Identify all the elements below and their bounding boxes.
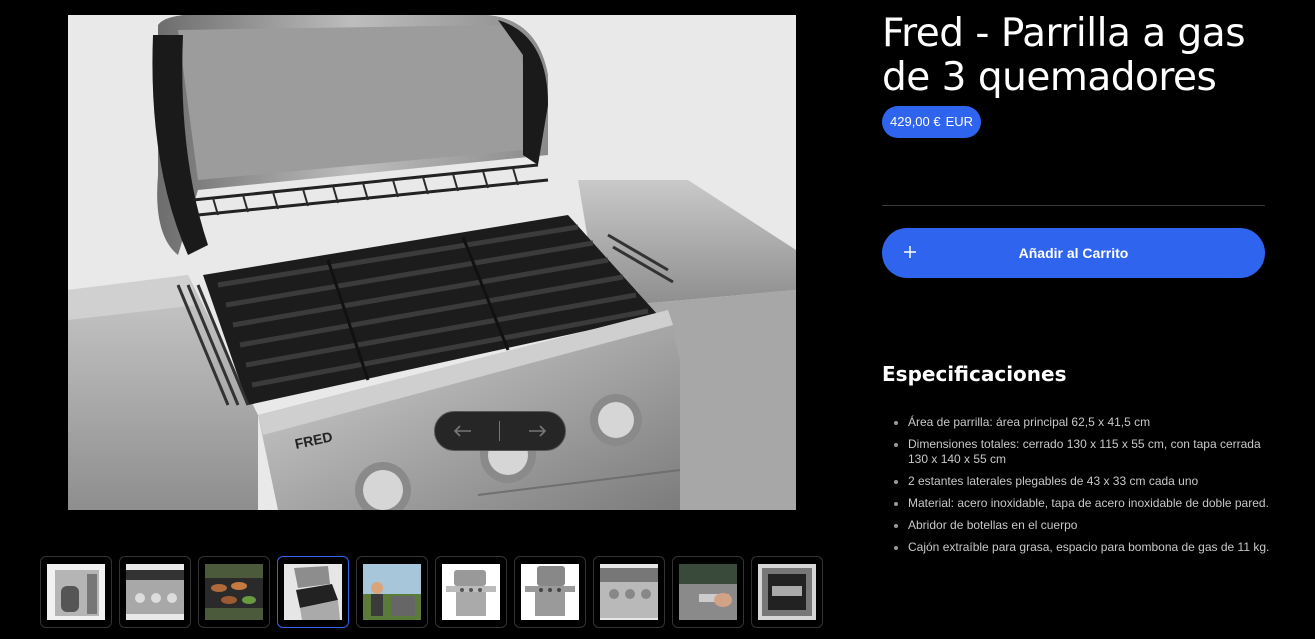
- thumbnail-6[interactable]: [435, 556, 507, 628]
- gallery-navigation: [434, 411, 566, 451]
- arrow-right-icon: [528, 425, 546, 437]
- specifications-list: Área de parrilla: área principal 62,5 x …: [882, 415, 1272, 562]
- navigation-divider: [499, 421, 501, 441]
- thumbnail-8[interactable]: [593, 556, 665, 628]
- product-title: Fred - Parrilla a gas de 3 quemadores: [882, 11, 1246, 100]
- plus-icon: [904, 246, 916, 258]
- arrow-left-icon: [454, 425, 472, 437]
- next-image-button[interactable]: [517, 416, 557, 446]
- thumbnail-image: [442, 564, 500, 620]
- specifications-heading: Especificaciones: [882, 362, 1067, 386]
- thumbnail-5[interactable]: [356, 556, 428, 628]
- grill-illustration: FRED: [68, 15, 796, 510]
- main-product-image: FRED: [68, 15, 796, 510]
- add-to-cart-button[interactable]: Añadir al Carrito: [882, 228, 1265, 278]
- price-currency: EUR: [945, 114, 974, 129]
- price-badge: 429,00 € EUR: [882, 106, 982, 138]
- thumbnail-9[interactable]: [672, 556, 744, 628]
- thumbnail-image: [47, 564, 105, 620]
- add-to-cart-label: Añadir al Carrito: [1018, 245, 1129, 261]
- thumbnail-3[interactable]: [198, 556, 270, 628]
- thumbnail-10[interactable]: [751, 556, 823, 628]
- spec-item: Abridor de botellas en el cuerpo: [908, 518, 1272, 533]
- price-amount: 429,00 €: [890, 114, 941, 129]
- thumbnail-image: [363, 564, 421, 620]
- spec-item: Cajón extraíble para grasa, espacio para…: [908, 540, 1272, 555]
- product-info: Fred - Parrilla a gas de 3 quemadores 42…: [882, 12, 1266, 138]
- thumbnail-image: [521, 564, 579, 620]
- divider: [882, 205, 1265, 206]
- thumbnail-4-active[interactable]: [277, 556, 349, 628]
- thumbnail-image: [679, 564, 737, 620]
- spec-item: Área de parrilla: área principal 62,5 x …: [908, 415, 1272, 430]
- thumbnail-image: [600, 564, 658, 620]
- spec-item: Material: acero inoxidable, tapa de acer…: [908, 496, 1272, 511]
- thumbnail-7[interactable]: [514, 556, 586, 628]
- thumbnail-image: [284, 564, 342, 620]
- thumbnail-image: [758, 564, 816, 620]
- product-page: FRED Fred - Parrilla a gas de 3 quemador…: [0, 0, 1315, 639]
- thumbnail-image: [205, 564, 263, 620]
- spec-item: 2 estantes laterales plegables de 43 x 3…: [908, 474, 1272, 489]
- thumbnail-image: [126, 564, 184, 620]
- spec-item: Dimensiones totales: cerrado 130 x 115 x…: [908, 437, 1272, 467]
- thumbnail-strip: [40, 556, 823, 628]
- thumbnail-2[interactable]: [119, 556, 191, 628]
- thumbnail-1[interactable]: [40, 556, 112, 628]
- previous-image-button[interactable]: [443, 416, 483, 446]
